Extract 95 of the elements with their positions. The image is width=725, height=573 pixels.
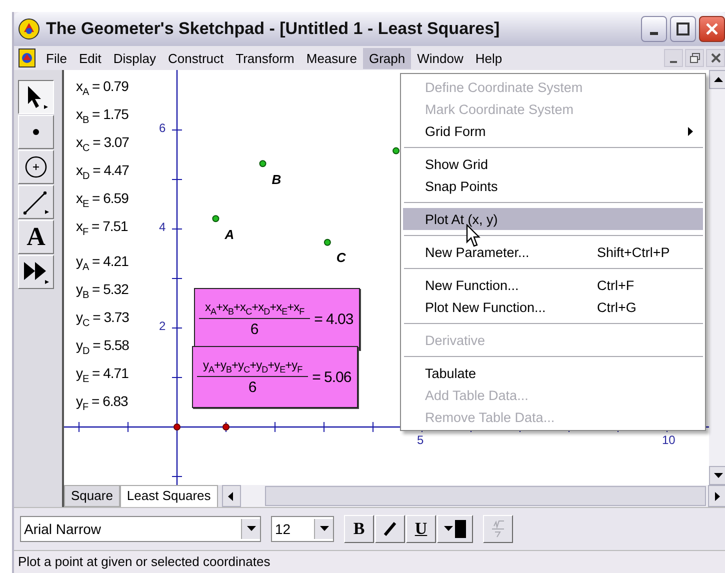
status-text: Plot a point at given or selected coordinates [18,554,270,568]
italic-button[interactable] [375,515,405,543]
menu-item[interactable]: New Parameter... Shift+Ctrl+P [403,241,703,263]
text-tool-icon: A [26,224,46,250]
calculation-box[interactable]: x$_{A}$+x$_{B}$+x$_{C}$+x$_{D}$+x$_{E}$+x$_{F}$ 6 = 4.03 [194,288,360,350]
measurement[interactable]: y$_{E}$ = 4.71 [76,363,129,383]
measurement[interactable]: x$_{B}$ = 1.75 [76,104,129,124]
document-icon[interactable] [18,48,36,68]
italic-icon [383,522,397,536]
page-tab[interactable]: Least Squares [120,485,218,507]
size-dropdown[interactable]: 12 [271,516,334,542]
menu-item[interactable]: Snap Points [403,175,703,197]
axis-label: 4 [159,220,166,234]
axis-label: 10 [662,433,676,447]
scroll-down-button[interactable] [709,466,725,485]
axis-label: 6 [159,121,166,135]
numerator: x$_{A}$+x$_{B}$+x$_{C}$+x$_{D}$+x$_{E}$+x$_{F}$ [199,300,310,319]
window-title: The Geometer's Sketchpad - [Untitled 1 - Least Squares] [46,19,500,39]
menu-item[interactable]: Graph [362,48,412,68]
maximize-button[interactable] [670,16,696,42]
calculation-result: = 5.06 [312,368,352,386]
color-button[interactable] [437,515,473,543]
restore-icon [688,52,700,64]
scroll-right-button[interactable] [708,485,725,507]
measurement[interactable]: x$_{D}$ = 4.47 [76,160,129,180]
close-icon [705,22,719,36]
menu-item[interactable]: Edit [72,48,108,68]
numerator: y$_{A}$+y$_{B}$+y$_{C}$+y$_{D}$+y$_{E}$+y$_{F}$ [197,358,308,377]
menu-item[interactable]: Plot At (x, y) [403,208,703,230]
menu-item[interactable]: Display [107,48,162,68]
point[interactable] [259,160,266,168]
menu-item[interactable]: Window [411,48,470,68]
down-arrow-icon [714,472,722,478]
denominator: 6 [250,320,259,338]
menu-item[interactable]: Transform [230,48,300,68]
caret-icon [320,526,328,532]
left-arrow-icon [228,492,234,500]
menu-item[interactable]: Help [469,48,508,68]
measurement[interactable]: x$_{E}$ = 6.59 [76,188,129,208]
minimize-button[interactable] [641,16,667,42]
menu-item[interactable]: Plot New Function... Ctrl+G [403,296,703,318]
restore-button[interactable] [685,49,704,67]
point[interactable] [324,238,331,246]
menu-item[interactable]: Tabulate [403,362,703,384]
measurement[interactable]: x$_{C}$ = 3.07 [76,132,129,152]
point-label: C [336,250,346,266]
tool-button[interactable] [18,80,54,114]
point-icon [32,128,40,136]
menu-item[interactable]: Construct [162,48,230,68]
vertical-scrollbar[interactable] [709,70,725,485]
page-tab[interactable]: Square [64,485,120,507]
axis-label: 5 [417,433,424,447]
horizontal-scrollbar[interactable] [222,485,725,507]
menu-item[interactable]: Grid Form [403,120,703,142]
close-button[interactable] [699,16,725,42]
measurement[interactable]: x$_{A}$ = 0.79 [76,76,129,96]
calculation-result: = 4.03 [314,310,354,328]
menu-item[interactable]: New Function... Ctrl+F [403,274,703,296]
bold-button[interactable]: B [344,515,374,543]
right-arrow-icon [714,492,720,500]
measurement[interactable]: y$_{B}$ = 5.32 [76,279,129,299]
point-label: A [224,226,234,242]
minimize-icon [650,32,658,34]
menu-item[interactable]: File [40,48,73,68]
measurement[interactable]: x$_{F}$ = 7.51 [76,216,129,236]
app-icon [18,18,40,40]
measurement[interactable]: y$_{C}$ = 3.73 [76,307,129,327]
compass-icon [24,155,48,179]
font-dropdown[interactable]: Arial Narrow [20,516,261,542]
unit-point[interactable] [222,424,230,430]
close-icon [710,53,720,63]
point[interactable] [212,215,220,222]
caret-icon [246,526,256,532]
origin-point[interactable] [174,424,180,430]
measurement[interactable]: y$_{F}$ = 6.83 [76,391,129,411]
denominator: 6 [248,378,257,396]
maximize-icon [676,22,690,36]
fraction-icon [489,520,507,538]
scroll-left-button[interactable] [222,485,241,507]
fast-forward-icon [22,259,50,285]
scroll-up-button[interactable] [709,70,725,89]
underline-button[interactable]: U [406,515,436,543]
axis-label: 2 [159,319,166,333]
measurement[interactable]: y$_{A}$ = 4.21 [76,251,129,271]
measurement[interactable]: y$_{D}$ = 5.58 [76,335,129,355]
point[interactable] [392,147,400,154]
scroll-thumb[interactable] [264,486,706,506]
menu-item[interactable]: Show Grid [403,153,703,175]
calculation-box[interactable]: y$_{A}$+y$_{B}$+y$_{C}$+y$_{D}$+y$_{E}$+y$_{F}$ 6 = 5.06 [192,346,358,408]
point-label: B [272,172,282,187]
tool-button[interactable]: A [18,220,54,254]
up-arrow-icon [714,76,722,82]
minimize-button[interactable] [664,49,683,67]
menu-item[interactable]: Measure [300,48,363,68]
minimize-icon [670,60,677,62]
